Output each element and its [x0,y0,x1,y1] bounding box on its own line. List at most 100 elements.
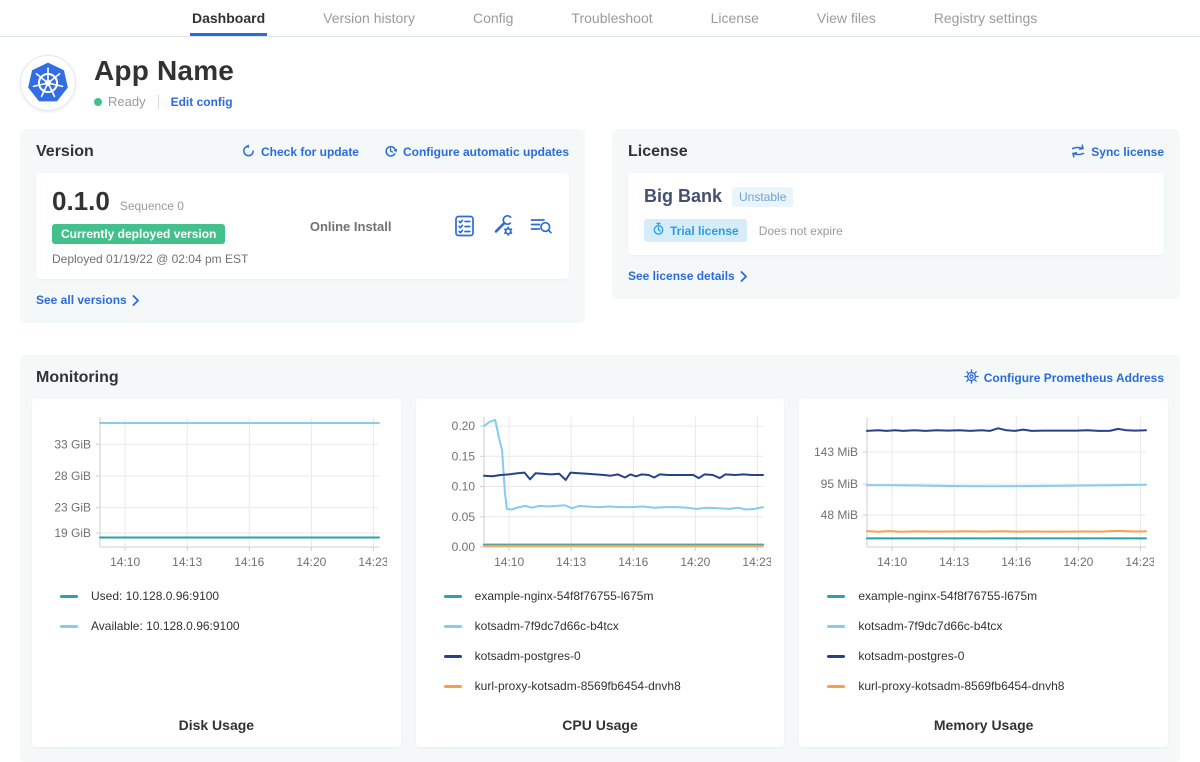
series-color-swatch [60,595,78,598]
memory-usage-chart: 143 MiB95 MiB48 MiB14:1014:1314:1614:201… [809,409,1154,573]
chart-title: CPU Usage [426,701,775,733]
legend-item: kurl-proxy-kotsadm-8569fb6454-dnvh8 [827,671,1158,701]
current-version-card: 0.1.0 Sequence 0 Currently deployed vers… [36,173,569,279]
legend-item: kotsadm-postgres-0 [444,641,775,671]
svg-text:14:10: 14:10 [110,555,140,569]
divider [158,95,159,109]
trial-license-badge: Trial license [644,219,747,242]
series-label: example-nginx-54f8f76755-l675m [475,589,654,603]
legend-item: kotsadm-7f9dc7d66c-b4tcx [444,611,775,641]
cpu-usage-legend: example-nginx-54f8f76755-l675m kotsadm-7… [426,581,775,701]
see-all-versions-link[interactable]: See all versions [36,293,140,307]
check-for-update-button[interactable]: Check for update [241,143,359,161]
tab-label: Version history [323,10,415,26]
svg-text:14:13: 14:13 [940,555,970,569]
svg-text:0.10: 0.10 [451,480,475,494]
series-label: example-nginx-54f8f76755-l675m [858,589,1037,603]
sync-arrows-icon [1070,144,1086,161]
chart-title: Disk Usage [42,701,391,733]
install-type-label: Online Install [248,219,453,234]
series-label: kurl-proxy-kotsadm-8569fb6454-dnvh8 [858,679,1064,693]
license-card: License Sync license Big Bank Unstable [612,129,1180,299]
svg-text:14:23: 14:23 [358,555,387,569]
version-card-title: Version [36,143,94,161]
tab-version-history[interactable]: Version history [321,0,417,36]
sync-license-label: Sync license [1091,145,1164,159]
preflight-checks-icon[interactable] [453,214,477,238]
svg-text:14:16: 14:16 [1002,555,1032,569]
version-number: 0.1.0 [52,186,110,217]
series-label: Available: 10.128.0.96:9100 [91,619,240,633]
deployed-timestamp: Deployed 01/19/22 @ 02:04 pm EST [52,252,248,266]
tab-label: Registry settings [934,10,1037,26]
svg-text:14:20: 14:20 [680,555,710,569]
series-color-swatch [444,625,462,628]
tab-config[interactable]: Config [471,0,515,36]
series-color-swatch [827,655,845,658]
svg-text:0.15: 0.15 [451,449,475,463]
tab-registry-settings[interactable]: Registry settings [932,0,1039,36]
license-card-title: License [628,143,688,161]
svg-text:28 GiB: 28 GiB [54,469,91,483]
svg-text:14:16: 14:16 [234,555,264,569]
configure-prometheus-label: Configure Prometheus Address [984,371,1164,385]
sequence-label: Sequence 0 [120,199,184,213]
memory-usage-legend: example-nginx-54f8f76755-l675m kotsadm-7… [809,581,1158,701]
see-all-versions-label: See all versions [36,293,127,307]
tab-label: View files [817,10,876,26]
svg-text:14:23: 14:23 [1126,555,1155,569]
disk-usage-chart-card: 33 GiB28 GiB23 GiB19 GiB14:1014:1314:161… [32,399,401,747]
app-header-text: App Name Ready Edit config [94,55,234,109]
summary-cards-row: Version Check for update Configure autom… [0,121,1200,323]
series-color-swatch [827,685,845,688]
svg-text:48 MiB: 48 MiB [821,508,858,522]
svg-text:14:13: 14:13 [556,555,586,569]
tab-label: License [711,10,759,26]
view-logs-icon[interactable] [529,214,553,238]
series-color-swatch [60,625,78,628]
svg-text:14:10: 14:10 [494,555,524,569]
check-for-update-label: Check for update [261,145,359,159]
configure-prometheus-button[interactable]: Configure Prometheus Address [964,369,1164,387]
configure-automatic-updates-label: Configure automatic updates [403,145,569,159]
chevron-right-icon [132,295,140,306]
monitoring-section: Monitoring Configure Prometheus Address … [20,355,1180,762]
channel-badge: Unstable [732,187,793,207]
svg-text:23 GiB: 23 GiB [54,501,91,515]
svg-text:14:20: 14:20 [1064,555,1094,569]
legend-item: kotsadm-postgres-0 [827,641,1158,671]
svg-text:14:13: 14:13 [172,555,202,569]
expiry-label: Does not expire [759,224,843,238]
tab-label: Config [473,10,513,26]
configure-automatic-updates-button[interactable]: Configure automatic updates [383,143,569,161]
tab-dashboard[interactable]: Dashboard [190,0,267,36]
sync-license-button[interactable]: Sync license [1070,144,1164,161]
license-summary-card: Big Bank Unstable Trial license Does not… [628,173,1164,255]
edit-config-tools-icon[interactable] [491,214,515,238]
status-dot-icon [94,98,102,106]
svg-text:14:16: 14:16 [618,555,648,569]
tab-license[interactable]: License [709,0,761,36]
page-title: App Name [94,55,234,87]
edit-config-link[interactable]: Edit config [171,95,233,109]
deployed-version-badge: Currently deployed version [52,224,225,244]
disk-usage-legend: Used: 10.128.0.96:9100 Available: 10.128… [42,581,391,641]
svg-text:0.00: 0.00 [451,540,475,554]
tab-label: Dashboard [192,10,265,26]
series-color-swatch [444,595,462,598]
stopwatch-icon [652,222,665,239]
customer-name: Big Bank [644,186,722,207]
series-label: kotsadm-postgres-0 [858,649,964,663]
refresh-icon [241,143,256,161]
legend-item: Used: 10.128.0.96:9100 [60,581,391,611]
series-color-swatch [827,625,845,628]
series-label: kotsadm-postgres-0 [475,649,581,663]
monitoring-title: Monitoring [36,369,119,387]
tab-troubleshoot[interactable]: Troubleshoot [569,0,654,36]
legend-item: kurl-proxy-kotsadm-8569fb6454-dnvh8 [444,671,775,701]
tab-view-files[interactable]: View files [815,0,878,36]
legend-item: Available: 10.128.0.96:9100 [60,611,391,641]
see-license-details-link[interactable]: See license details [628,269,748,283]
cpu-usage-chart-card: 0.200.150.100.050.0014:1014:1314:1614:20… [416,399,785,747]
kubernetes-logo-icon [20,55,76,111]
